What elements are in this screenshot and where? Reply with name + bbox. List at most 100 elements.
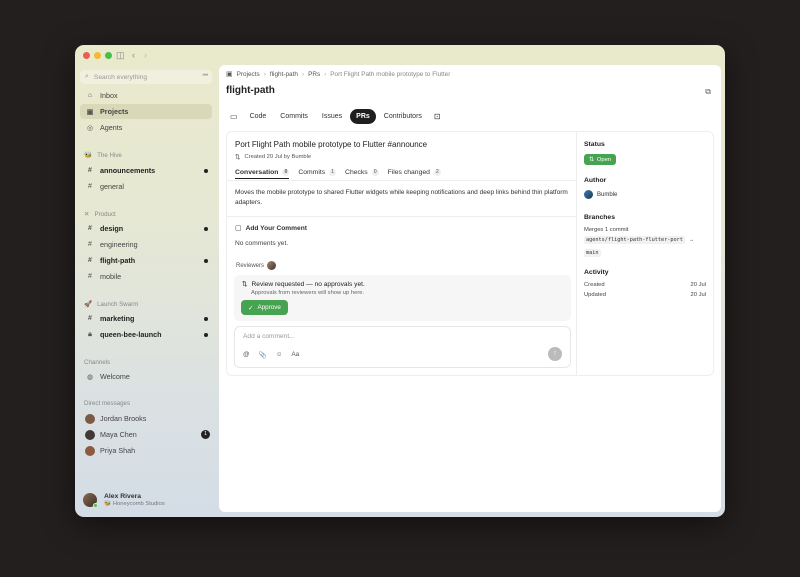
search-input[interactable]: ⌕ Search everything ⏮ — [80, 70, 212, 84]
user-org: 🐝 Honeycomb Studios — [104, 501, 165, 507]
minimize-window-button[interactable] — [94, 52, 101, 59]
search-placeholder: Search everything — [93, 73, 148, 81]
pr-sidebar: Status ⇅ Open Author Bumble Branches Mer… — [584, 132, 712, 375]
add-comment-label: Add Your Comment — [245, 224, 307, 232]
pr-tab-files-changed[interactable]: Files changed 2 — [388, 166, 441, 179]
rocket-icon: 🚀 — [84, 301, 93, 308]
sidebar: ⌕ Search everything ⏮ ⌂ Inbox ▣ Projects… — [75, 65, 218, 517]
dm-label: Maya Chen — [100, 430, 137, 439]
user-name: Alex Rivera — [104, 493, 142, 500]
sidebar-toggle-icon[interactable]: ◫ — [116, 49, 125, 61]
status-badge: ⇅ Open — [584, 154, 617, 165]
pr-tab-count: 0 — [371, 169, 379, 176]
activity-created: Created 20 Jul — [584, 282, 706, 288]
breadcrumb-current: Port Flight Path mobile prototype to Flu… — [330, 70, 451, 78]
org-label: Honeycomb Studios — [112, 501, 165, 507]
tab-prs[interactable]: PRs — [350, 109, 376, 124]
channel-general[interactable]: # general — [80, 179, 212, 194]
current-user[interactable]: Alex Rivera 🐝 Honeycomb Studios — [83, 492, 165, 508]
collapse-sidebar-icon[interactable]: ⏮ — [203, 73, 208, 80]
close-window-button[interactable] — [83, 52, 90, 59]
section-header-channels[interactable]: Channels — [84, 359, 110, 366]
format-icon[interactable]: Aa — [291, 351, 299, 359]
source-branch[interactable]: agents/flight-path-flutter-port — [584, 236, 685, 244]
pr-title: Port Flight Path mobile prototype to Flu… — [235, 140, 428, 149]
channel-label: Welcome — [100, 372, 130, 381]
sidebar-item-inbox[interactable]: ⌂ Inbox — [80, 88, 212, 103]
comment-composer[interactable]: Add a comment... @ 📎 ☺ Aa ↑ — [234, 326, 571, 368]
comment-input[interactable]: Add a comment... — [243, 333, 295, 340]
channel-label: marketing — [100, 314, 135, 323]
dm-maya-chen[interactable]: Maya Chen 1 — [80, 427, 212, 442]
inbox-icon: ⌂ — [87, 92, 93, 99]
pull-request-icon: ⇅ — [235, 154, 241, 161]
pr-tab-count: 2 — [433, 169, 441, 176]
pr-tab-label: Checks — [345, 169, 368, 176]
avatar — [85, 429, 95, 440]
breadcrumb-flight-path[interactable]: flight-path — [270, 71, 298, 78]
sidebar-item-label: Agents — [100, 123, 123, 132]
tools-icon: ✕ — [84, 211, 90, 218]
hash-icon: # — [88, 167, 92, 174]
author[interactable]: Bumble — [584, 190, 617, 199]
unread-dot — [204, 259, 208, 263]
section-header-product[interactable]: ✕ Product — [84, 210, 116, 219]
review-title-text: Review requested — no approvals yet. — [251, 280, 365, 288]
pr-tab-label: Commits — [298, 169, 326, 176]
avatar — [584, 190, 593, 199]
approve-button[interactable]: ✓ Approve — [241, 300, 288, 315]
tab-terminal[interactable]: ⊡ — [430, 109, 445, 124]
target-branch[interactable]: main — [584, 249, 601, 257]
review-subtitle: Approvals from reviewers will show up he… — [251, 290, 365, 296]
reviewer-avatar[interactable] — [267, 261, 277, 270]
section-header-launch-swarm[interactable]: 🚀 Launch Swarm — [84, 300, 138, 309]
channel-marketing[interactable]: # marketing — [80, 311, 212, 326]
activity-heading: Activity — [584, 269, 609, 276]
maximize-window-button[interactable] — [105, 52, 112, 59]
add-comment-heading: ▢ Add Your Comment — [235, 224, 307, 233]
terminal-icon: ⊡ — [433, 112, 441, 121]
attach-icon[interactable]: 📎 — [259, 351, 267, 359]
channel-mobile[interactable]: # mobile — [80, 269, 212, 284]
branches-heading: Branches — [584, 214, 615, 221]
dm-label: Jordan Brooks — [100, 414, 147, 423]
channel-engineering[interactable]: # engineering — [80, 237, 212, 252]
lock-icon: 🔒︎ — [88, 330, 92, 338]
pr-tab-commits[interactable]: Commits 1 — [298, 166, 337, 179]
tab-commits[interactable]: Commits — [274, 109, 314, 124]
pr-description: Moves the mobile prototype to shared Flu… — [235, 189, 568, 206]
no-comments-text: No comments yet. — [235, 240, 289, 247]
activity-value: 20 Jul — [690, 292, 706, 298]
tab-issues[interactable]: Issues — [316, 109, 348, 124]
copy-icon[interactable]: ⧉ — [705, 87, 711, 97]
pull-request-card: Port Flight Path mobile prototype to Flu… — [226, 131, 714, 376]
tab-code[interactable]: Code — [244, 109, 273, 124]
back-button[interactable]: ‹ — [132, 49, 135, 61]
channel-design[interactable]: # design — [80, 221, 212, 236]
pr-tab-conversation[interactable]: Conversation 0 — [235, 166, 290, 179]
channel-announcements[interactable]: # announcements — [80, 163, 212, 178]
app-window: ◫ ‹ › ⌕ Search everything ⏮ ⌂ Inbox ▣ Pr… — [75, 45, 725, 517]
section-header-direct-messages[interactable]: Direct messages — [84, 400, 130, 407]
emoji-icon[interactable]: ☺ — [276, 351, 283, 359]
channel-welcome[interactable]: ◍ Welcome — [80, 369, 212, 384]
section-header-the-hive[interactable]: 🐝 The Hive — [84, 151, 122, 160]
channel-label: announcements — [100, 166, 156, 175]
comment-toolbar: @ 📎 ☺ Aa — [243, 351, 308, 359]
tab-contributors[interactable]: Contributors — [378, 109, 428, 124]
pr-tab-checks[interactable]: Checks 0 — [345, 166, 379, 179]
channel-flight-path[interactable]: # flight-path — [80, 253, 212, 268]
sidebar-item-projects[interactable]: ▣ Projects — [80, 104, 212, 119]
breadcrumb-prs[interactable]: PRs — [308, 71, 320, 78]
activity-updated: Updated 20 Jul — [584, 292, 706, 298]
send-button[interactable]: ↑ — [548, 347, 562, 361]
breadcrumb-projects[interactable]: Projects — [237, 71, 260, 78]
dm-jordan-brooks[interactable]: Jordan Brooks — [80, 411, 212, 426]
sidebar-item-agents[interactable]: ◎ Agents — [80, 120, 212, 135]
forward-button[interactable]: › — [144, 49, 147, 61]
channel-label: engineering — [100, 240, 138, 249]
tab-overview[interactable]: ▭ — [226, 109, 242, 124]
dm-priya-shah[interactable]: Priya Shah — [80, 443, 212, 458]
mention-icon[interactable]: @ — [243, 351, 250, 359]
channel-queen-bee-launch[interactable]: 🔒︎ queen-bee-launch — [80, 327, 212, 342]
